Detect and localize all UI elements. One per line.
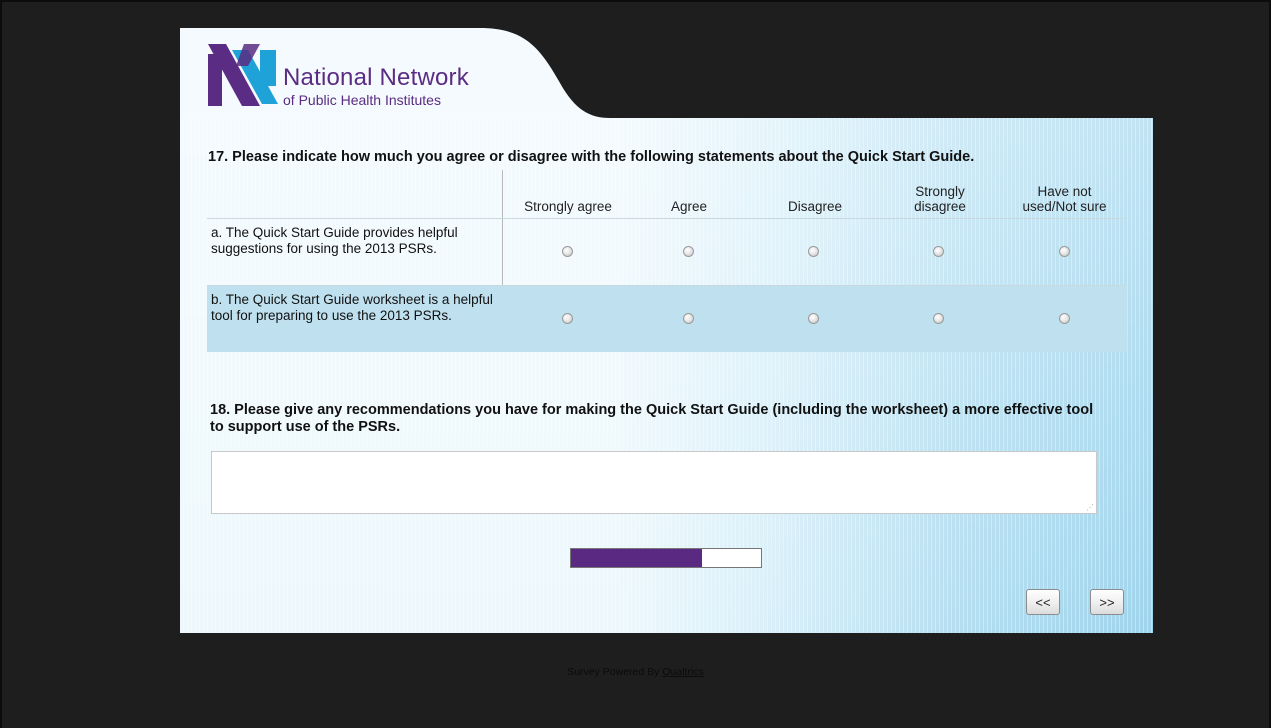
- question-18-title: 18. Please give any recommendations you …: [210, 402, 1094, 435]
- question-17-matrix: Strongly agree Agree Disagree Strongly di…: [207, 170, 1127, 352]
- column-header-not-sure: Have not used/Not sure: [1022, 184, 1107, 214]
- radio-a-agree[interactable]: [683, 246, 694, 257]
- footer-prefix: Survey Powered By: [567, 666, 660, 678]
- recommendations-textarea[interactable]: [211, 451, 1097, 514]
- radio-a-strongly-disagree[interactable]: [933, 246, 944, 257]
- radio-b-not-sure[interactable]: [1059, 313, 1070, 324]
- column-header-strongly-disagree: Strongly disagree: [914, 184, 966, 214]
- matrix-header: Strongly agree Agree Disagree Strongly di…: [207, 170, 1127, 218]
- radio-a-disagree[interactable]: [808, 246, 819, 257]
- radio-b-strongly-agree[interactable]: [562, 313, 573, 324]
- matrix-row-a: a. The Quick Start Guide provides helpfu…: [207, 218, 1127, 285]
- org-name-line1: National Network: [283, 64, 469, 91]
- radio-b-agree[interactable]: [683, 313, 694, 324]
- footer: Survey Powered By Qualtrics: [0, 666, 1271, 678]
- radio-a-not-sure[interactable]: [1059, 246, 1070, 257]
- survey-panel: 17. Please indicate how much you agree o…: [180, 118, 1153, 633]
- resize-grip-icon[interactable]: ⋰: [1086, 504, 1094, 512]
- column-header-strongly-agree: Strongly agree: [524, 199, 612, 214]
- org-name-line2: of Public Health Institutes: [283, 92, 441, 108]
- matrix-row-b: b. The Quick Start Guide worksheet is a …: [207, 285, 1127, 352]
- column-header-disagree: Disagree: [787, 199, 843, 214]
- row-label-b: b. The Quick Start Guide worksheet is a …: [211, 292, 493, 323]
- radio-b-disagree[interactable]: [808, 313, 819, 324]
- progress-bar: [570, 548, 762, 568]
- next-button[interactable]: >>: [1090, 589, 1124, 615]
- progress-bar-fill: [571, 549, 703, 567]
- row-label-a: a. The Quick Start Guide provides helpfu…: [211, 225, 458, 256]
- back-button[interactable]: <<: [1026, 589, 1060, 615]
- radio-b-strongly-disagree[interactable]: [933, 313, 944, 324]
- nnphi-logo-icon: [208, 44, 278, 106]
- radio-a-strongly-agree[interactable]: [562, 246, 573, 257]
- question-17-title: 17. Please indicate how much you agree o…: [208, 149, 975, 165]
- column-header-agree: Agree: [670, 199, 708, 214]
- qualtrics-link[interactable]: Qualtrics: [662, 666, 703, 678]
- header-logo-tab: National Network of Public Health Instit…: [180, 28, 610, 120]
